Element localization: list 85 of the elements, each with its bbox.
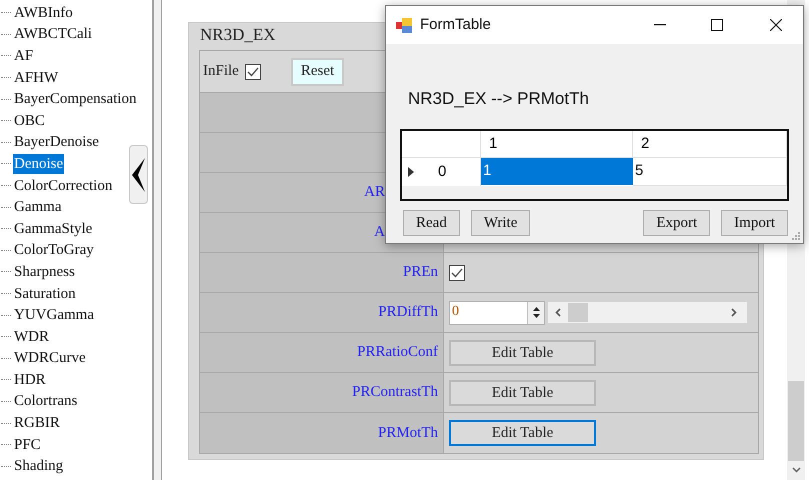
dialog-button[interactable]: Export	[643, 210, 710, 236]
tree-connector-line	[1, 250, 11, 251]
tree-item[interactable]: Colortrans	[13, 391, 78, 412]
tree-connector-line	[1, 206, 11, 208]
dialog-button[interactable]: Import	[721, 210, 788, 236]
spin-up-icon[interactable]	[532, 307, 540, 311]
edit-table-button[interactable]: Edit Table	[449, 420, 596, 446]
tree-item[interactable]: GammaStyle	[13, 218, 94, 239]
reset-button[interactable]: Reset	[290, 58, 344, 86]
tree-item[interactable]: Sharpness	[13, 262, 76, 282]
tree-connector-line	[1, 422, 11, 424]
scroll-thumb[interactable]	[568, 303, 588, 322]
row-header[interactable]: 0	[402, 158, 481, 186]
property-label: PRDiffTh	[378, 303, 438, 322]
tree-connector-line	[1, 55, 11, 56]
tree-item[interactable]: OBC	[13, 110, 46, 131]
tree-connector-line	[1, 228, 11, 230]
table-cell[interactable]: 5	[633, 158, 787, 186]
tree-item[interactable]: Shading	[13, 456, 64, 476]
table-cell[interactable]: 1	[481, 158, 633, 186]
scroll-left-icon[interactable]	[555, 308, 561, 317]
tree-item[interactable]: WDRCurve	[13, 348, 87, 368]
tree-item[interactable]: AWBInfo	[13, 2, 74, 23]
tree-connector-line	[1, 293, 11, 294]
edit-table-button[interactable]: Edit Table	[449, 340, 596, 366]
tree-item[interactable]: Saturation	[13, 284, 77, 304]
window-title: FormTable	[420, 14, 491, 35]
tree-connector-line	[1, 12, 11, 14]
tree-connector-line	[1, 142, 11, 143]
tree-connector-line	[1, 358, 11, 359]
property-label: PRMotTh	[378, 424, 438, 443]
group-title: NR3D_EX	[199, 24, 277, 46]
dialog-button[interactable]: Write	[470, 210, 530, 236]
property-label: AR	[364, 183, 385, 202]
edit-table-button[interactable]: Edit Table	[449, 380, 596, 406]
spin-down-icon[interactable]	[532, 314, 540, 318]
tree-connector-line	[1, 120, 11, 122]
tree-connector-line	[1, 77, 11, 78]
column-header[interactable]: 1	[481, 131, 633, 158]
property-label: PRRatioConf	[357, 343, 438, 362]
property-label: A	[374, 223, 385, 242]
app-icon	[396, 16, 413, 34]
tree-item[interactable]: PFC	[13, 434, 42, 455]
maximize-icon[interactable]	[711, 19, 723, 31]
tree-item[interactable]: AF	[13, 46, 34, 66]
tree-connector-line	[1, 466, 11, 467]
dialog-button[interactable]: Read	[403, 210, 460, 236]
scrollbar-thumb[interactable]	[788, 381, 804, 461]
tree-connector-line	[1, 271, 11, 272]
tree-item[interactable]: Gamma	[13, 197, 62, 218]
tree-connector-line	[1, 185, 11, 186]
horizontal-scrollbar[interactable]	[548, 302, 747, 323]
tree-item[interactable]: BayerCompensation	[13, 89, 138, 110]
infile-label: InFile	[203, 62, 239, 82]
tree-connector-line	[1, 34, 11, 35]
property-label: PRContrastTh	[352, 383, 438, 402]
resize-grip-icon	[792, 232, 800, 240]
tree-connector-line	[1, 379, 11, 380]
tree-item[interactable]: AFHW	[13, 68, 60, 88]
tree-item[interactable]: HDR	[13, 370, 47, 390]
tree-connector-line	[1, 98, 11, 100]
infile-checkbox[interactable]	[244, 64, 261, 80]
number-spin-field[interactable]: 0	[449, 300, 545, 324]
tree-connector-line	[1, 314, 11, 316]
scroll-right-icon[interactable]	[731, 308, 737, 317]
table-heading: NR3D_EX --> PRMotTh	[408, 88, 589, 110]
tree-item[interactable]: ColorCorrection	[13, 176, 114, 196]
tree-item[interactable]: BayerDenoise	[13, 132, 100, 152]
collapse-button[interactable]	[129, 145, 148, 204]
tree-connector-line	[1, 336, 11, 338]
tree-connector-line	[1, 444, 11, 446]
property-label: PREn	[402, 263, 438, 282]
tree-item[interactable]: YUVGamma	[13, 305, 95, 326]
tree-item[interactable]: AWBCTCali	[13, 24, 93, 44]
tree-item[interactable]: ColorToGray	[13, 240, 95, 260]
close-icon[interactable]	[770, 19, 782, 31]
tree-connector-line	[1, 163, 11, 164]
tree-item[interactable]: WDR	[13, 326, 50, 347]
minimize-icon[interactable]	[654, 24, 666, 26]
tree-item[interactable]: Denoise	[13, 154, 64, 174]
checkbox[interactable]	[449, 264, 465, 280]
tree-connector-line	[1, 400, 11, 402]
chevron-left-icon	[132, 158, 146, 192]
tree-item[interactable]: RGBIR	[13, 413, 61, 434]
column-header[interactable]: 2	[633, 131, 787, 158]
